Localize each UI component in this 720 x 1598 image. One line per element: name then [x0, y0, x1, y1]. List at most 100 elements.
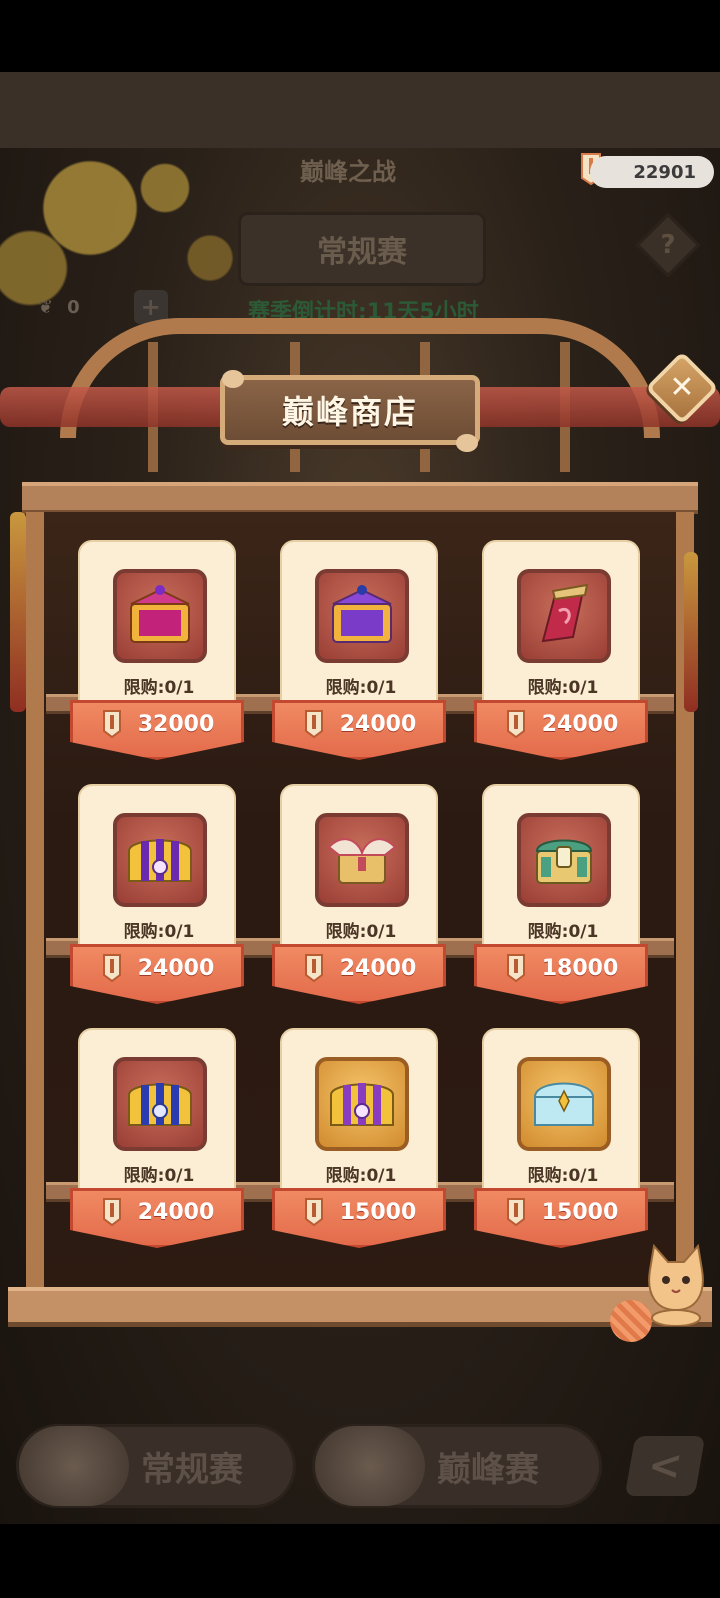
item-count: 0	[67, 296, 80, 318]
jade-chest-icon	[535, 839, 593, 884]
item-icon-frame	[517, 1057, 611, 1151]
brush-token-icon	[102, 1198, 121, 1227]
price-label: 15000	[339, 1199, 417, 1225]
brush-token-icon	[102, 710, 121, 739]
paw-print-icon	[456, 434, 478, 452]
card-body: 限购:0/1	[482, 540, 640, 705]
brush-token-icon	[506, 710, 525, 739]
brush-token-icon	[506, 1198, 525, 1227]
butterfly-icon: ❦	[38, 296, 54, 318]
price-label: 15000	[541, 1199, 619, 1225]
brush-token-icon	[304, 710, 323, 739]
brush-token-icon	[304, 954, 323, 983]
card-body: 限购:0/1	[482, 1028, 640, 1193]
background-item-counter: ❦ 0 +	[38, 290, 168, 324]
right-tassel-decoration	[684, 552, 698, 712]
shop-item-card[interactable]: 限购:0/1 24000	[70, 784, 244, 1016]
price-button[interactable]: 24000	[272, 700, 446, 760]
ornate-chest-gold-icon	[330, 1083, 394, 1126]
tab-peak-match: 巅峰赛	[312, 1424, 602, 1508]
status-bar	[0, 0, 720, 72]
shop-frame-base	[8, 1287, 712, 1327]
shop-item-card[interactable]: 限购:0/1 24000	[474, 540, 648, 772]
price-button[interactable]: 32000	[70, 700, 244, 760]
navigation-bar-area	[0, 1524, 720, 1598]
help-icon: ?	[660, 230, 676, 260]
scroll-staff-icon	[541, 583, 589, 643]
ornate-chest-purple-icon	[128, 839, 192, 882]
card-body: 限购:0/1	[78, 784, 236, 949]
tab-label: 常规赛	[141, 1449, 243, 1490]
background-top-band	[0, 72, 720, 148]
shop-item-card[interactable]: 限购:0/1 15000	[474, 1028, 648, 1260]
shop-frame-beam	[22, 482, 698, 514]
item-icon-frame	[113, 1057, 207, 1151]
help-button: ?	[635, 212, 701, 278]
cat-portrait-icon	[19, 1426, 129, 1506]
brush-token-icon	[102, 954, 121, 983]
purchase-limit: 限购:0/1	[325, 922, 397, 942]
shop-item-card[interactable]: 限购:0/1 15000	[272, 1028, 446, 1260]
price-label: 24000	[137, 955, 215, 981]
background-mode-button: 常规赛	[238, 212, 486, 286]
shop-item-card[interactable]: 限购:0/1 24000	[70, 1028, 244, 1260]
shop-title-plate: 巅峰商店	[220, 375, 480, 445]
shop-title: 巅峰商店	[281, 393, 418, 431]
price-button[interactable]: 24000	[474, 700, 648, 760]
purchase-limit: 限购:0/1	[123, 678, 195, 698]
price-button[interactable]: 24000	[70, 944, 244, 1004]
brush-token-icon	[304, 1198, 323, 1227]
shop-item-card[interactable]: 限购:0/1 24000	[272, 784, 446, 1016]
chest-magenta-icon	[130, 585, 190, 643]
currency-amount: 22901	[633, 161, 696, 183]
brush-token-icon	[506, 954, 525, 983]
price-button[interactable]: 15000	[474, 1188, 648, 1248]
purchase-limit: 限购:0/1	[325, 1166, 397, 1186]
ice-chest-icon	[534, 1082, 594, 1126]
left-tassel-decoration	[10, 512, 26, 712]
item-icon-frame	[113, 569, 207, 663]
close-icon: ✕	[669, 370, 695, 405]
card-body: 限购:0/1	[482, 784, 640, 949]
item-icon-frame	[517, 569, 611, 663]
purchase-limit: 限购:0/1	[123, 922, 195, 942]
price-button[interactable]: 15000	[272, 1188, 446, 1248]
item-icon-frame	[315, 569, 409, 663]
shop-item-card[interactable]: 限购:0/1 24000	[272, 540, 446, 772]
price-button[interactable]: 24000	[70, 1188, 244, 1248]
item-icon-frame	[113, 813, 207, 907]
purchase-limit: 限购:0/1	[325, 678, 397, 698]
paw-print-icon	[222, 370, 244, 388]
purchase-limit: 限购:0/1	[527, 1166, 599, 1186]
purchase-limit: 限购:0/1	[527, 678, 599, 698]
back-icon: <	[644, 1443, 686, 1489]
background-mode-label: 常规赛	[317, 235, 407, 270]
price-label: 24000	[137, 1199, 215, 1225]
card-body: 限购:0/1	[280, 784, 438, 949]
item-icon-frame	[315, 813, 409, 907]
price-label: 24000	[339, 955, 417, 981]
price-button[interactable]: 18000	[474, 944, 648, 1004]
purchase-limit: 限购:0/1	[527, 922, 599, 942]
card-body: 限购:0/1	[78, 540, 236, 705]
shop-item-card[interactable]: 限购:0/1 18000	[474, 784, 648, 1016]
tab-regular-match: 常规赛	[16, 1424, 296, 1508]
shop-item-card[interactable]: 限购:0/1 32000	[70, 540, 244, 772]
card-body: 限购:0/1	[280, 1028, 438, 1193]
price-label: 24000	[541, 711, 619, 737]
card-body: 限购:0/1	[78, 1028, 236, 1193]
currency-display: 22901	[590, 156, 714, 188]
tab-label: 巅峰赛	[437, 1449, 539, 1490]
back-button: <	[624, 1436, 706, 1496]
ornate-chest-blue-icon	[128, 1083, 192, 1126]
item-icon-frame	[315, 1057, 409, 1151]
card-body: 限购:0/1	[280, 540, 438, 705]
game-screen: 巅峰之战 常规赛 赛季倒计时:11天5小时 ❦ 0 + ? 22901 巅峰商店…	[0, 72, 720, 1524]
cat-mascot-icon	[648, 1243, 704, 1326]
purchase-limit: 限购:0/1	[123, 1166, 195, 1186]
price-button[interactable]: 24000	[272, 944, 446, 1004]
price-label: 24000	[339, 711, 417, 737]
price-label: 32000	[137, 711, 215, 737]
price-label: 18000	[541, 955, 619, 981]
cat-portrait-icon	[315, 1426, 425, 1506]
